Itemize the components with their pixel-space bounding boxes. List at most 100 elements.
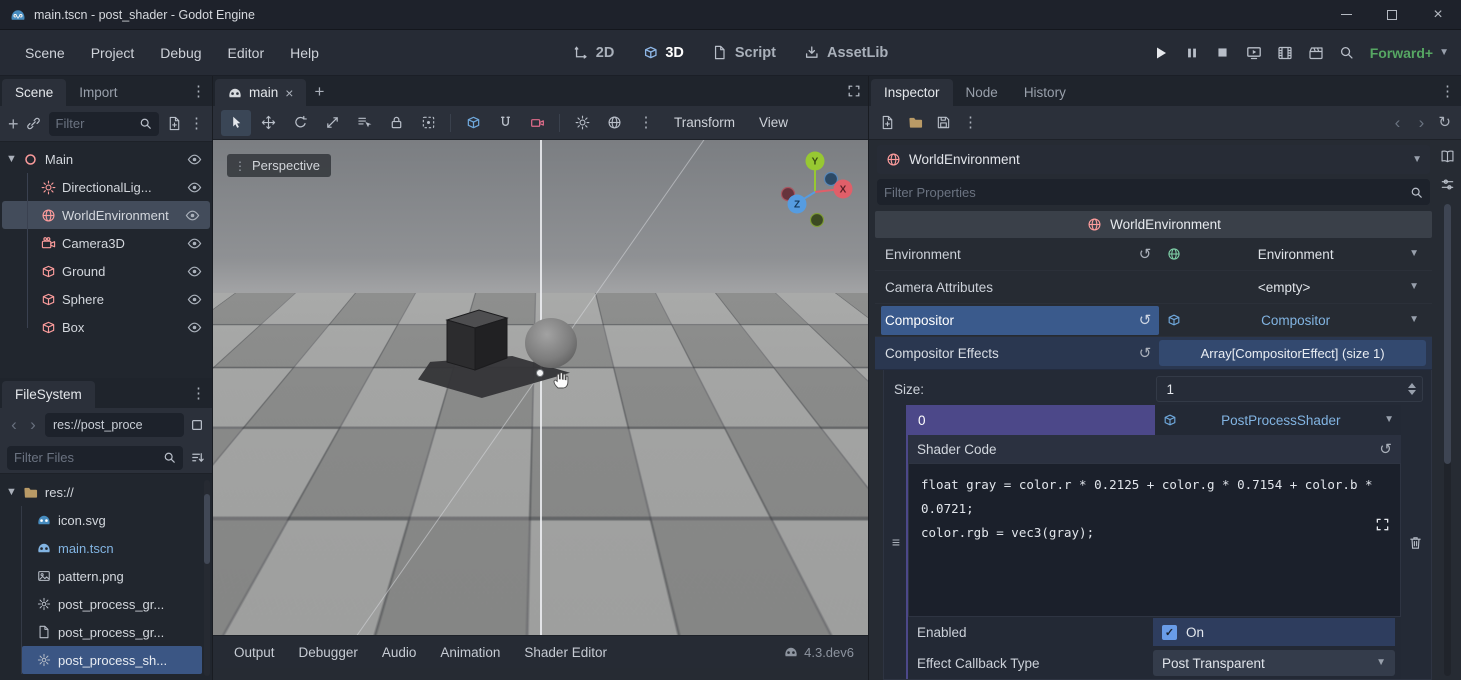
attach-script-icon[interactable] (166, 116, 182, 132)
sphere-mesh[interactable] (525, 318, 577, 368)
delete-element-icon[interactable] (1407, 534, 1423, 550)
tab-import[interactable]: Import (66, 79, 130, 106)
menu-help[interactable]: Help (277, 45, 332, 61)
visibility-icon[interactable] (186, 151, 202, 167)
group-button[interactable] (413, 110, 443, 136)
mode-2d-button[interactable]: 2D (573, 45, 615, 61)
add-node-icon[interactable]: + (8, 115, 19, 133)
preview-sun-button[interactable] (567, 110, 597, 136)
scene-filter-input[interactable] (56, 116, 134, 131)
split-mode-icon[interactable] (189, 417, 205, 433)
environment-resource-dropdown[interactable]: Environment ▼ (1159, 241, 1426, 267)
renderer-dropdown[interactable]: Forward+ ▼ (1370, 45, 1449, 61)
perspective-menu[interactable]: ⋮ Perspective (227, 154, 331, 177)
resource-menu-icon[interactable]: ⋮ (963, 115, 978, 130)
camera-preview-button[interactable] (522, 110, 552, 136)
tree-row-camera3d[interactable]: Camera3D (0, 229, 212, 257)
tree-row-ground[interactable]: Ground (0, 257, 212, 285)
load-resource-icon[interactable] (907, 115, 923, 131)
movie-maker-icon[interactable] (1308, 45, 1324, 61)
revert-icon[interactable]: ↺ (1139, 313, 1152, 328)
play-custom-scene-icon[interactable] (1277, 45, 1293, 61)
camera-attributes-dropdown[interactable]: <empty> ▼ (1159, 274, 1426, 300)
revert-icon[interactable]: ↺ (1379, 442, 1392, 457)
view-menu[interactable]: View (748, 115, 799, 130)
bottom-tab-output[interactable]: Output (223, 645, 286, 660)
scene-tab-main[interactable]: main × (215, 79, 306, 106)
shader-code-editor[interactable]: float gray = color.r * 0.2125 + color.g … (908, 463, 1401, 617)
scale-tool-button[interactable] (317, 110, 347, 136)
move-tool-button[interactable] (253, 110, 283, 136)
scrollbar-thumb[interactable] (1444, 204, 1451, 464)
visibility-icon[interactable] (186, 263, 202, 279)
menu-scene[interactable]: Scene (12, 45, 78, 61)
dock-menu-icon[interactable]: ⋮ (1440, 84, 1455, 99)
checkbox-checked-icon[interactable]: ✓ (1162, 625, 1177, 640)
tab-history[interactable]: History (1011, 79, 1079, 106)
nav-forward-icon[interactable]: › (26, 415, 40, 435)
spin-down-icon[interactable] (1408, 390, 1416, 395)
maximize-button[interactable] (1369, 0, 1415, 29)
close-button[interactable]: × (1415, 0, 1461, 29)
bottom-tab-debugger[interactable]: Debugger (288, 645, 369, 660)
tree-row-worldenvironment[interactable]: WorldEnvironment (2, 201, 210, 229)
tree-row-main[interactable]: ▼ Main (0, 145, 212, 173)
add-scene-tab-icon[interactable]: + (306, 83, 332, 100)
tree-row-directionallight[interactable]: DirectionalLig... (0, 173, 212, 201)
effect-callback-type-dropdown[interactable]: Post Transparent ▼ (1153, 650, 1395, 676)
instance-scene-icon[interactable] (26, 116, 42, 132)
compositor-resource-dropdown[interactable]: Compositor ▼ (1159, 307, 1426, 333)
property-filter-input[interactable] (884, 185, 1405, 200)
minimize-button[interactable] (1323, 0, 1369, 29)
tab-filesystem[interactable]: FileSystem (2, 381, 95, 408)
dock-menu-icon[interactable]: ⋮ (189, 116, 204, 131)
enabled-checkbox-area[interactable]: ✓ On (1153, 618, 1395, 646)
file-row[interactable]: pattern.png (22, 562, 212, 590)
revert-icon[interactable]: ↺ (1139, 247, 1152, 262)
file-row[interactable]: icon.svg (22, 506, 212, 534)
history-forward-icon[interactable]: › (1414, 113, 1428, 133)
select-tool-button[interactable] (221, 110, 251, 136)
menu-debug[interactable]: Debug (147, 45, 214, 61)
tree-row-sphere[interactable]: Sphere (0, 285, 212, 313)
dock-menu-icon[interactable]: ⋮ (191, 84, 206, 99)
mode-assetlib-button[interactable]: AssetLib (804, 45, 888, 61)
axis-gizmo[interactable]: Y X Z (773, 148, 857, 235)
inspector-scrollbar[interactable] (1444, 204, 1451, 676)
snap-button[interactable] (490, 110, 520, 136)
bottom-tab-shader-editor[interactable]: Shader Editor (513, 645, 618, 660)
tab-node[interactable]: Node (953, 79, 1011, 106)
file-row-selected[interactable]: post_process_sh... (22, 646, 202, 674)
save-resource-icon[interactable] (935, 115, 951, 131)
file-row[interactable]: main.tscn (22, 534, 212, 562)
file-sort-icon[interactable] (189, 450, 205, 466)
nav-back-icon[interactable]: ‹ (7, 415, 21, 435)
current-path[interactable]: res://post_proce (45, 413, 184, 437)
pause-icon[interactable] (1184, 45, 1200, 61)
bottom-tab-animation[interactable]: Animation (429, 645, 511, 660)
edited-object-dropdown[interactable]: WorldEnvironment ▼ (877, 145, 1430, 174)
revert-icon[interactable]: ↺ (1139, 346, 1152, 361)
scrollbar-thumb[interactable] (204, 494, 210, 565)
origin-handle[interactable] (536, 369, 544, 377)
play-scene-icon[interactable] (1246, 45, 1262, 61)
3d-viewport[interactable]: ⋮ Perspective Y X (213, 140, 868, 635)
selected-property-label[interactable]: Compositor ↺ (881, 306, 1159, 335)
preview-environment-button[interactable] (599, 110, 629, 136)
expand-code-icon[interactable] (1374, 516, 1390, 532)
dock-menu-icon[interactable]: ⋮ (191, 386, 206, 401)
local-space-button[interactable] (458, 110, 488, 136)
menu-project[interactable]: Project (78, 45, 148, 61)
viewport-options-button[interactable]: ⋮ (631, 110, 661, 136)
new-resource-icon[interactable] (879, 115, 895, 131)
debug-tools-icon[interactable] (1339, 45, 1355, 61)
visibility-icon[interactable] (184, 207, 200, 223)
tab-inspector[interactable]: Inspector (871, 79, 953, 106)
array-value-button[interactable]: Array[CompositorEffect] (size 1) (1159, 340, 1426, 366)
collapse-arrow-icon[interactable]: ▼ (6, 487, 17, 498)
list-select-button[interactable] (349, 110, 379, 136)
play-icon[interactable] (1153, 45, 1169, 61)
bottom-tab-audio[interactable]: Audio (371, 645, 428, 660)
tab-scene[interactable]: Scene (2, 79, 66, 106)
collapse-arrow-icon[interactable]: ▼ (6, 154, 17, 165)
